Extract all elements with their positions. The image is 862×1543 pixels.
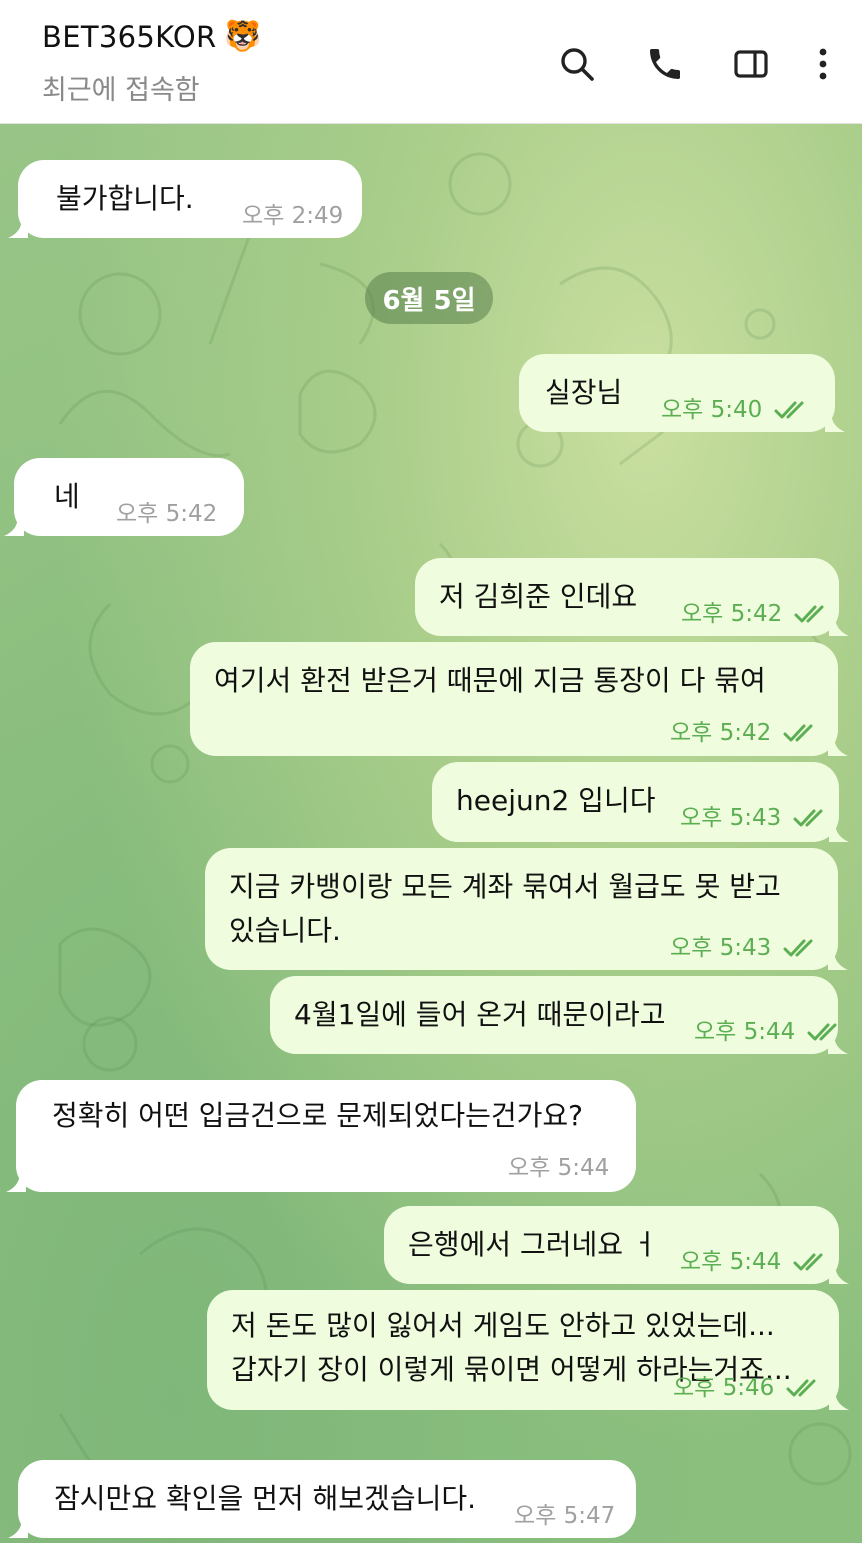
outgoing-message-bubble[interactable]: 지금 카뱅이랑 모든 계좌 묶여서 월급도 못 받고 있습니다. 오후 5:43 [205, 848, 848, 970]
outgoing-message-bubble[interactable]: heejun2 입니다오후 5:43 [432, 762, 849, 842]
call-button[interactable] [641, 40, 689, 88]
message-text: 정확히 어떤 입금건으로 문제되었다는건가요? [52, 1099, 584, 1132]
phone-icon [650, 49, 680, 79]
message-time: 오후 5:44 [694, 1019, 796, 1045]
outgoing-message-bubble[interactable]: 실장님오후 5:40 [519, 354, 845, 432]
message-meta: 오후 5:44 [508, 1146, 609, 1190]
message-time: 오후 5:44 [508, 1155, 610, 1181]
message-time: 오후 5:47 [514, 1503, 616, 1529]
message-text: 잠시만요 확인을 먼저 해보겠습니다. [54, 1482, 477, 1515]
incoming-message-bubble[interactable]: 정확히 어떤 입금건으로 문제되었다는건가요? 오후 5:44 [6, 1080, 636, 1192]
more-vert-icon [819, 48, 827, 80]
message-time: 오후 5:42 [670, 720, 772, 746]
bubble-tail [829, 616, 849, 636]
bubble-tail [4, 516, 24, 536]
message-meta: 오후 5:43 [670, 926, 817, 970]
search-icon [561, 48, 594, 81]
chat-title: BET365KOR [42, 20, 217, 54]
message-meta: 오후 5:44 [694, 1010, 841, 1054]
bubble-tail [8, 1518, 28, 1538]
incoming-message-bubble[interactable]: 잠시만요 확인을 먼저 해보겠습니다. 오후 5:47 [8, 1460, 636, 1538]
bubble-tail [8, 218, 28, 238]
date-separator: 6월 5일 [365, 272, 493, 324]
double-check-icon [807, 1023, 837, 1041]
message-text: 네 [54, 480, 80, 513]
message-time: 오후 5:46 [673, 1375, 775, 1401]
message-meta: 오후 5:46 [673, 1366, 820, 1410]
double-check-icon [793, 809, 823, 827]
message-text: 은행에서 그러네요 ㅓ [408, 1228, 658, 1261]
message-meta: 오후 2:49 [242, 194, 343, 238]
chat-header: BET365KOR 🐯 최근에 접속함 [0, 0, 862, 124]
message-meta: 오후 5:40 [661, 388, 808, 432]
bubble-tail [829, 822, 849, 842]
message-time: 오후 5:44 [680, 1249, 782, 1275]
bubble-tail [828, 736, 848, 756]
message-meta: 오후 5:42 [116, 492, 217, 536]
message-meta: 오후 5:42 [670, 711, 817, 755]
incoming-message-bubble[interactable]: 불가합니다. 오후 2:49 [8, 160, 362, 238]
message-text: 저 김희준 인데요 [439, 580, 638, 613]
message-meta: 오후 5:44 [680, 1240, 827, 1284]
double-check-icon [783, 939, 813, 957]
message-text: 여기서 환전 받은거 때문에 지금 통장이 다 묶여 [214, 664, 766, 697]
bubble-tail [828, 950, 848, 970]
toggle-sidebar-button[interactable] [727, 40, 775, 88]
message-meta: 오후 5:42 [681, 592, 828, 636]
message-time: 오후 5:42 [116, 501, 218, 527]
double-check-icon [774, 401, 804, 419]
incoming-message-bubble[interactable]: 네오후 5:42 [4, 458, 244, 536]
bubble-tail [825, 412, 845, 432]
message-time: 오후 5:43 [680, 805, 782, 831]
last-seen-status: 최근에 접속함 [42, 75, 200, 106]
outgoing-message-bubble[interactable]: 은행에서 그러네요 ㅓ 오후 5:44 [384, 1206, 849, 1284]
bubble-tail [829, 1264, 849, 1284]
message-meta: 오후 5:43 [680, 796, 827, 840]
outgoing-message-bubble[interactable]: 저 김희준 인데요오후 5:42 [415, 558, 849, 636]
double-check-icon [786, 1379, 816, 1397]
chat-title-row[interactable]: BET365KOR 🐯 [42, 20, 262, 54]
message-time: 오후 5:43 [670, 935, 772, 961]
double-check-icon [794, 605, 824, 623]
message-text: 불가합니다. [56, 182, 194, 215]
message-time: 오후 2:49 [242, 203, 344, 229]
message-meta: 오후 5:47 [514, 1494, 615, 1538]
double-check-icon [793, 1253, 823, 1271]
search-button[interactable] [553, 40, 601, 88]
outgoing-message-bubble[interactable]: 저 돈도 많이 잃어서 게임도 안하고 있었는데... 갑자기 장이 이렇게 묶… [207, 1290, 849, 1410]
chat-background[interactable]: 6월 5일 불가합니다. 오후 2:49 실장님 오후 5:40 네 오후 5:42 저 김… [0, 124, 862, 1543]
sidebar-icon [734, 50, 768, 78]
bubble-tail [6, 1172, 26, 1192]
more-options-button[interactable] [799, 40, 847, 88]
message-time: 오후 5:40 [661, 397, 763, 423]
outgoing-message-bubble[interactable]: 4월1일에 들어 온거 때문이라고오후 5:44 [270, 976, 848, 1054]
tiger-emoji-icon: 🐯 [224, 19, 262, 54]
message-time: 오후 5:42 [681, 601, 783, 627]
message-text: 실장님 [545, 376, 623, 409]
outgoing-message-bubble[interactable]: 여기서 환전 받은거 때문에 지금 통장이 다 묶여오후 5:42 [190, 642, 848, 756]
double-check-icon [783, 724, 813, 742]
message-text: 4월1일에 들어 온거 때문이라고 [294, 998, 666, 1031]
bubble-tail [829, 1390, 849, 1410]
message-text: heejun2 입니다 [456, 784, 656, 817]
